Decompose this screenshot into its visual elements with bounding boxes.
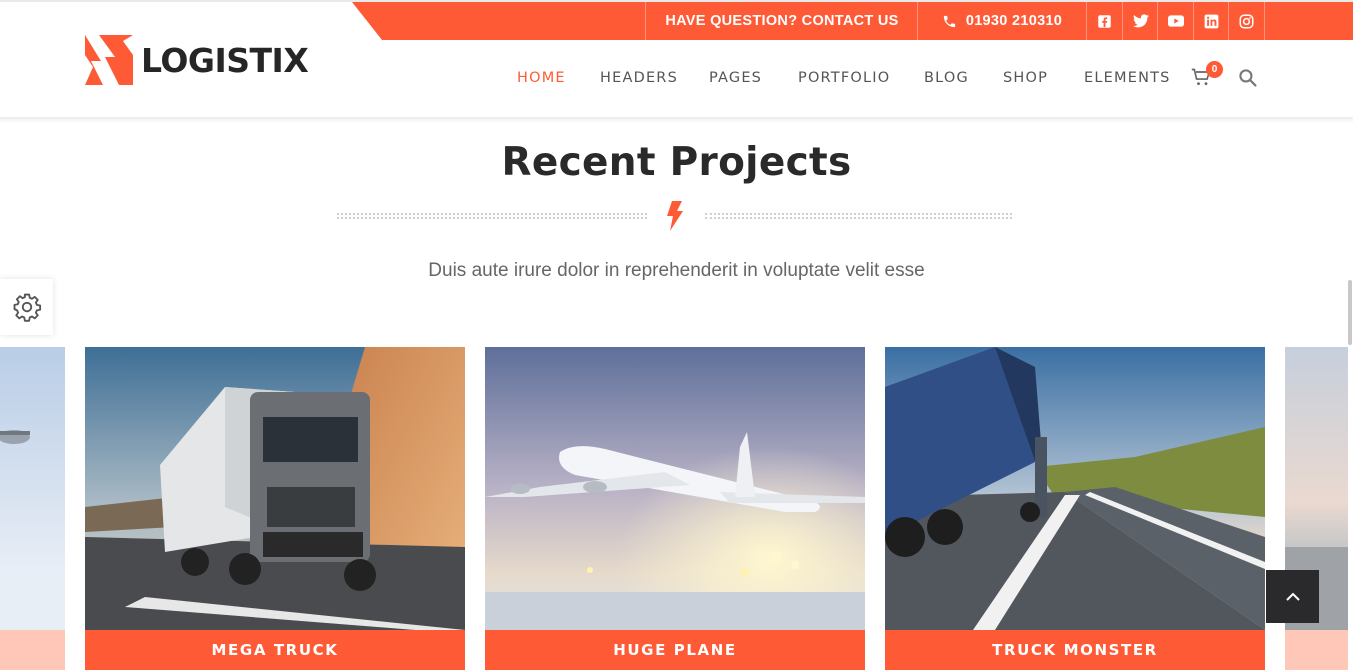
drone-image [0, 347, 65, 670]
project-card[interactable]: TRUCK MONSTER [885, 347, 1265, 670]
facebook-icon [1098, 14, 1111, 28]
search-icon [1239, 69, 1257, 87]
title-divider-right [705, 213, 1012, 219]
nav-item-home[interactable]: HOME [517, 70, 566, 86]
twitter-link[interactable] [1123, 2, 1158, 40]
contact-link[interactable]: HAVE QUESTION? CONTACT US [646, 2, 918, 40]
back-to-top-button[interactable] [1266, 570, 1319, 623]
brand-name: LOGISTIX [141, 40, 309, 80]
project-card[interactable]: HUGE PLANE [485, 347, 865, 670]
header-shadow [0, 117, 1353, 123]
settings-button[interactable] [0, 279, 53, 335]
project-title: HUGE PLANE [485, 630, 865, 670]
logo-mark-icon [85, 35, 133, 85]
instagram-link[interactable] [1229, 2, 1264, 40]
logo[interactable]: LOGISTIX [85, 35, 309, 85]
section-title: Recent Projects [501, 140, 852, 185]
section-subtitle: Duis aute irure dolor in reprehenderit i… [428, 260, 925, 281]
cart-count-badge: 0 [1206, 61, 1223, 78]
nav-item-shop[interactable]: SHOP [1003, 70, 1048, 86]
linkedin-link[interactable] [1194, 2, 1229, 40]
project-title: MEGA TRUCK [85, 630, 465, 670]
scrollbar-thumb[interactable] [1348, 280, 1352, 345]
project-image-truck [85, 347, 465, 630]
search-button[interactable] [1238, 68, 1257, 92]
gear-icon [13, 293, 41, 322]
page: HAVE QUESTION? CONTACT US 01930 210310 L [0, 0, 1353, 670]
instagram-icon [1239, 14, 1254, 28]
nav-item-blog[interactable]: BLOG [924, 70, 969, 86]
title-divider-left [337, 213, 647, 219]
project-card-peek-left[interactable] [0, 347, 65, 670]
twitter-icon [1132, 14, 1149, 28]
phone-number: 01930 210310 [965, 13, 1063, 29]
project-card[interactable]: MEGA TRUCK [85, 347, 465, 670]
nav-item-portfolio[interactable]: PORTFOLIO [798, 70, 890, 86]
project-title: TRUCK MONSTER [885, 630, 1265, 670]
project-image-plane [485, 347, 865, 630]
bolt-icon [666, 201, 683, 236]
linkedin-icon [1204, 14, 1219, 28]
project-image-truck-monster [885, 347, 1265, 630]
divider [1264, 2, 1265, 40]
phone-icon [942, 14, 957, 29]
nav-item-headers[interactable]: HEADERS [600, 70, 678, 86]
nav-item-pages[interactable]: PAGES [709, 70, 762, 86]
youtube-link[interactable] [1158, 2, 1193, 40]
youtube-icon [1167, 15, 1184, 27]
nav-item-elements[interactable]: ELEMENTS [1084, 70, 1171, 86]
phone-link[interactable]: 01930 210310 [918, 2, 1086, 40]
chevron-up-icon [1285, 592, 1300, 601]
facebook-link[interactable] [1087, 2, 1122, 40]
